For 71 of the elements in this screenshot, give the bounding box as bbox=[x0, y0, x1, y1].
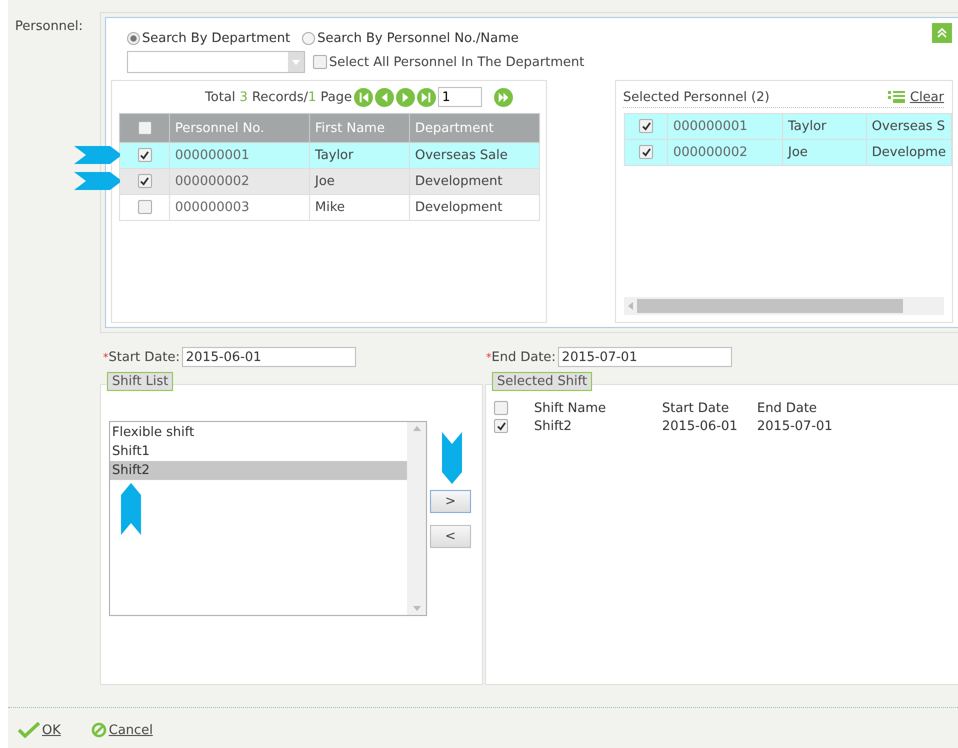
pointer-marker-icon bbox=[121, 483, 141, 535]
checkbox-label: Select All Personnel In The Department bbox=[329, 54, 584, 70]
ok-link[interactable]: OK bbox=[42, 722, 61, 738]
vertical-scrollbar[interactable] bbox=[407, 422, 426, 615]
dropdown-arrow-icon bbox=[292, 60, 300, 64]
table-cell: 000000001 bbox=[668, 114, 783, 140]
table-cell-text: 2015-06-01 bbox=[662, 419, 739, 434]
table-cell: Developme bbox=[866, 140, 952, 166]
radio-option[interactable]: Search By Department bbox=[127, 30, 290, 46]
field-label: Personnel: bbox=[15, 19, 83, 34]
table-cell: Overseas S bbox=[866, 114, 952, 140]
department-dropdown[interactable] bbox=[127, 51, 305, 73]
checkbox[interactable] bbox=[639, 145, 654, 160]
checkbox[interactable] bbox=[494, 401, 508, 416]
shift-listbox[interactable]: Flexible shift Shift1 Shift2 bbox=[109, 421, 427, 616]
next-page-icon[interactable] bbox=[396, 88, 415, 106]
scroll-down-icon[interactable] bbox=[412, 606, 420, 611]
horizontal-scrollbar[interactable] bbox=[624, 297, 944, 315]
first-page-icon[interactable] bbox=[354, 88, 373, 106]
list-item[interactable]: Flexible shift bbox=[110, 423, 407, 442]
checkbox[interactable] bbox=[313, 55, 327, 69]
scroll-left-icon[interactable] bbox=[628, 302, 633, 310]
cancel-icon bbox=[90, 722, 107, 738]
table-cell-text: Shift2 bbox=[534, 419, 573, 434]
column-header: End Date bbox=[757, 401, 818, 416]
table-cell: Development bbox=[410, 194, 540, 220]
pointer-marker-icon bbox=[442, 432, 462, 484]
double-chevron-up-icon bbox=[936, 27, 948, 39]
checkbox[interactable] bbox=[138, 200, 152, 214]
list-remove-icon[interactable] bbox=[888, 90, 906, 104]
table-cell: Development bbox=[410, 168, 540, 194]
clear-link[interactable]: Clear bbox=[910, 90, 944, 104]
table-cell: Overseas Sale bbox=[410, 142, 540, 168]
table-cell: 000000002 bbox=[170, 168, 310, 194]
table-cell: 000000002 bbox=[668, 140, 783, 166]
date-field[interactable]: 2015-07-01 bbox=[558, 347, 732, 367]
list-item[interactable]: Shift1 bbox=[110, 442, 407, 461]
page-number-field[interactable]: 1 bbox=[438, 87, 482, 107]
column-header: Start Date bbox=[662, 401, 730, 416]
table-cell: Mike bbox=[310, 194, 410, 220]
date-label: End Date: bbox=[492, 350, 556, 364]
table-cell: 000000001 bbox=[170, 142, 310, 168]
required-mark: * bbox=[103, 350, 108, 364]
table-cell-text: 2015-07-01 bbox=[757, 419, 834, 434]
cancel-link[interactable]: Cancel bbox=[108, 722, 153, 738]
table-cell: Joe bbox=[782, 140, 866, 166]
table-cell: Taylor bbox=[310, 142, 410, 168]
date-label: Start Date: bbox=[108, 350, 180, 364]
checkbox[interactable] bbox=[138, 174, 152, 188]
scroll-up-icon[interactable] bbox=[412, 426, 420, 431]
previous-page-icon[interactable] bbox=[374, 88, 394, 106]
section-legend: Selected Shift bbox=[492, 372, 592, 391]
radio-option[interactable]: Search By Personnel No./Name bbox=[302, 30, 519, 46]
checkbox[interactable] bbox=[138, 148, 152, 162]
column-header: Shift Name bbox=[534, 401, 608, 416]
table-cell: Taylor bbox=[782, 114, 866, 140]
move-button[interactable]: < bbox=[430, 525, 471, 548]
checkbox[interactable] bbox=[138, 120, 152, 135]
checkbox[interactable] bbox=[639, 119, 654, 134]
pager-text: Total 3 Records/1 Page bbox=[205, 90, 352, 104]
collapse-button[interactable] bbox=[932, 23, 952, 43]
checkbox[interactable] bbox=[494, 419, 508, 434]
panel-title: Selected Personnel (2) bbox=[623, 90, 770, 104]
date-field[interactable]: 2015-06-01 bbox=[182, 347, 356, 367]
required-mark: * bbox=[486, 350, 492, 364]
table-cell: 000000003 bbox=[170, 194, 310, 220]
table-cell: Joe bbox=[310, 168, 410, 194]
last-page-icon[interactable] bbox=[416, 88, 436, 106]
section-legend: Shift List bbox=[107, 372, 174, 391]
check-icon bbox=[18, 722, 40, 738]
go-icon[interactable] bbox=[494, 88, 513, 106]
